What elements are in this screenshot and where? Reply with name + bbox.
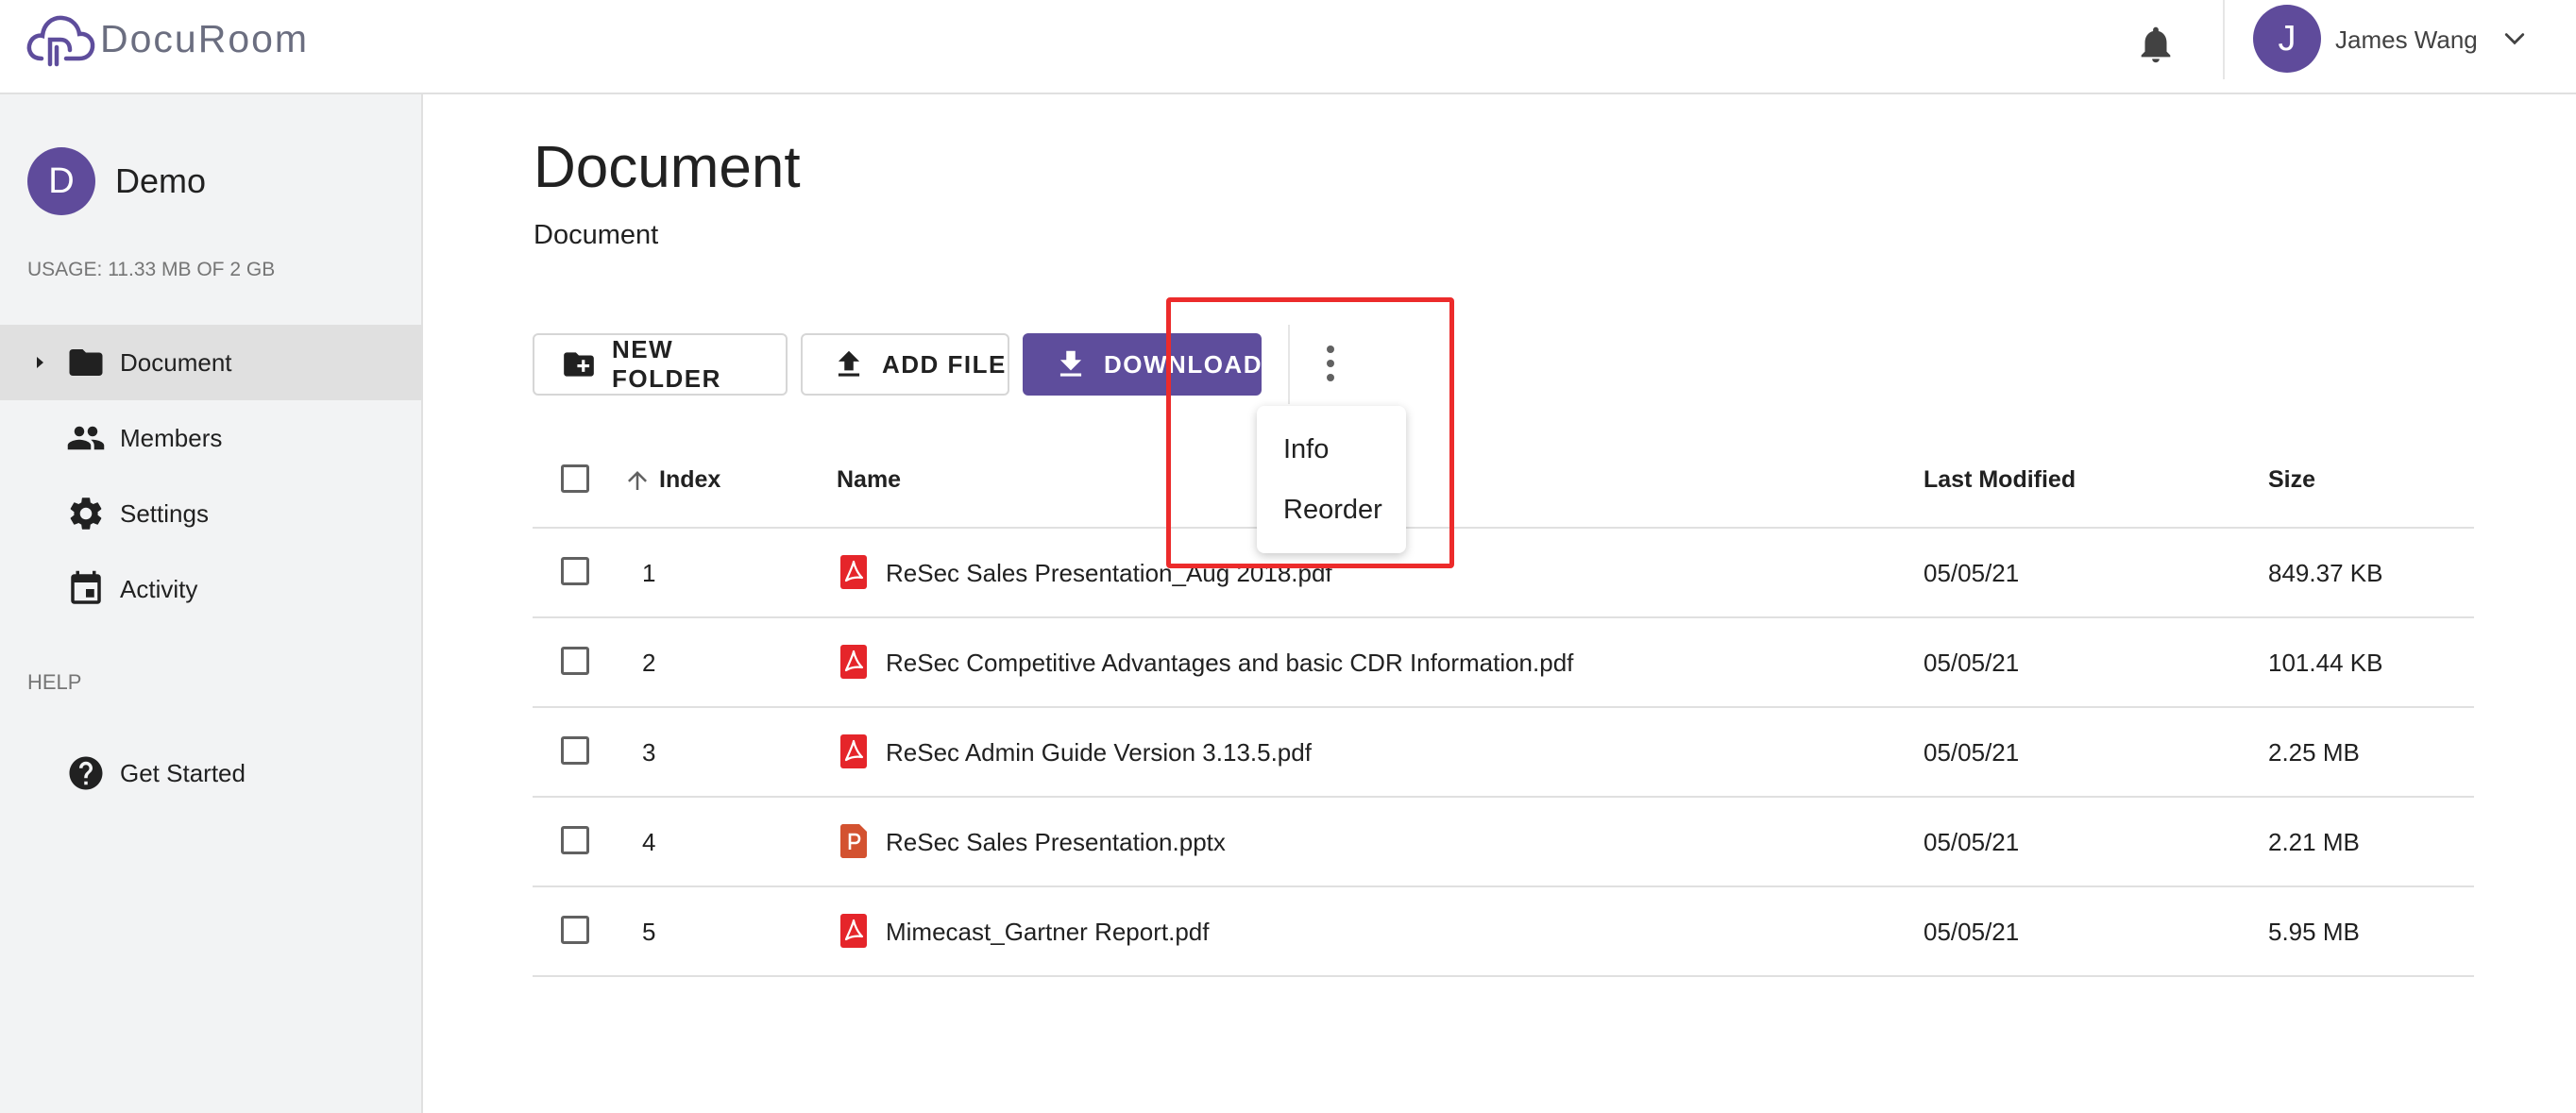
help-section-heading: HELP [27, 670, 82, 694]
table-row[interactable]: 4 ReSec Sales Presentation.pptx 05/05/21… [533, 798, 2474, 887]
file-name[interactable]: ReSec Sales Presentation.pptx [886, 828, 1226, 857]
column-header-last-modified[interactable]: Last Modified [1924, 466, 2076, 494]
topbar-divider [2223, 0, 2225, 79]
sidebar-item-settings[interactable]: Settings [0, 476, 421, 551]
page-title: Document [534, 135, 801, 200]
download-label: DOWNLOAD [1104, 349, 1263, 379]
last-modified: 05/05/21 [1924, 649, 2020, 677]
column-header-index[interactable]: Index [659, 466, 720, 494]
new-folder-button[interactable]: NEW FOLDER [533, 333, 788, 396]
breadcrumb[interactable]: Document [534, 220, 658, 251]
toolbar-divider [1288, 325, 1290, 404]
pdf-file-icon [840, 555, 867, 589]
download-button[interactable]: DOWNLOAD [1023, 333, 1262, 396]
table-header: Index Name Last Modified Size [533, 438, 2474, 529]
sidebar-item-label: Get Started [120, 758, 246, 787]
sidebar-item-label: Members [120, 423, 223, 452]
user-name[interactable]: James Wang [2335, 25, 2478, 55]
sidebar-item-label: Activity [120, 574, 198, 603]
pdf-file-icon [840, 734, 867, 768]
file-name[interactable]: ReSec Competitive Advantages and basic C… [886, 649, 1573, 678]
app-name: DocuRoom [100, 16, 310, 60]
table-row[interactable]: 3 ReSec Admin Guide Version 3.13.5.pdf 0… [533, 708, 2474, 798]
last-modified: 05/05/21 [1924, 918, 2020, 946]
row-index: 1 [642, 559, 656, 587]
gear-icon [66, 494, 106, 533]
row-index: 2 [642, 649, 656, 677]
row-checkbox[interactable] [561, 916, 589, 944]
sidebar-item-label: Document [120, 347, 232, 377]
storage-usage: USAGE: 11.33 MB OF 2 GB [27, 259, 276, 280]
cloud-logo-icon [25, 9, 96, 68]
upload-icon [831, 346, 867, 382]
menu-item-reorder[interactable]: Reorder [1283, 495, 1382, 526]
column-header-size[interactable]: Size [2268, 466, 2315, 494]
sidebar-item-members[interactable]: Members [0, 400, 421, 476]
help-circle-icon [66, 753, 106, 793]
sidebar-item-activity[interactable]: Activity [0, 551, 421, 627]
sidebar-item-document[interactable]: Document [0, 325, 421, 400]
org-avatar: D [27, 147, 95, 215]
row-checkbox[interactable] [561, 826, 589, 854]
file-size: 2.25 MB [2268, 738, 2360, 767]
table-row[interactable]: 2 ReSec Competitive Advantages and basic… [533, 618, 2474, 708]
file-size: 5.95 MB [2268, 918, 2360, 946]
row-index: 3 [642, 738, 656, 767]
sort-ascending-icon[interactable] [623, 466, 652, 495]
calendar-icon [66, 569, 106, 609]
create-folder-icon [561, 346, 597, 382]
file-size: 101.44 KB [2268, 649, 2383, 677]
row-checkbox[interactable] [561, 647, 589, 675]
notifications-bell-icon[interactable] [2134, 23, 2178, 66]
menu-item-info[interactable]: Info [1283, 434, 1329, 465]
last-modified: 05/05/21 [1924, 738, 2020, 767]
file-name[interactable]: ReSec Admin Guide Version 3.13.5.pdf [886, 738, 1312, 767]
pdf-file-icon [840, 645, 867, 679]
add-file-button[interactable]: ADD FILE [801, 333, 1009, 396]
new-folder-label: NEW FOLDER [612, 335, 721, 393]
select-all-checkbox[interactable] [561, 464, 589, 493]
people-icon [66, 418, 106, 458]
caret-right-icon[interactable] [34, 353, 47, 372]
last-modified: 05/05/21 [1924, 828, 2020, 856]
file-size: 2.21 MB [2268, 828, 2360, 856]
org-name: Demo [115, 161, 207, 200]
app-logo[interactable]: DocuRoom [25, 9, 309, 68]
row-checkbox[interactable] [561, 557, 589, 585]
table-row[interactable]: 1 ReSec Sales Presentation_Aug 2018.pdf … [533, 529, 2474, 618]
file-name[interactable]: Mimecast_Gartner Report.pdf [886, 918, 1209, 947]
more-options-menu: Info Reorder [1257, 406, 1406, 553]
pptx-file-icon [840, 824, 867, 858]
more-options-icon[interactable] [1314, 342, 1347, 385]
add-file-label: ADD FILE [882, 349, 1007, 379]
sidebar-item-get-started[interactable]: Get Started [0, 735, 421, 811]
folder-icon [66, 343, 106, 382]
row-checkbox[interactable] [561, 736, 589, 765]
pdf-file-icon [840, 914, 867, 948]
documents-table: Index Name Last Modified Size 1 ReSec Sa… [533, 438, 2474, 977]
file-name[interactable]: ReSec Sales Presentation_Aug 2018.pdf [886, 559, 1332, 588]
sidebar: D Demo USAGE: 11.33 MB OF 2 GB Document … [0, 94, 423, 1113]
sidebar-item-label: Settings [120, 498, 209, 528]
row-index: 5 [642, 918, 656, 946]
last-modified: 05/05/21 [1924, 559, 2020, 587]
top-bar: DocuRoom J James Wang [0, 0, 2576, 94]
column-header-name[interactable]: Name [837, 466, 901, 494]
file-size: 849.37 KB [2268, 559, 2383, 587]
table-row[interactable]: 5 Mimecast_Gartner Report.pdf 05/05/21 5… [533, 887, 2474, 977]
user-avatar[interactable]: J [2253, 5, 2321, 73]
chevron-down-icon[interactable] [2500, 25, 2529, 53]
row-index: 4 [642, 828, 656, 856]
download-icon [1053, 346, 1089, 382]
